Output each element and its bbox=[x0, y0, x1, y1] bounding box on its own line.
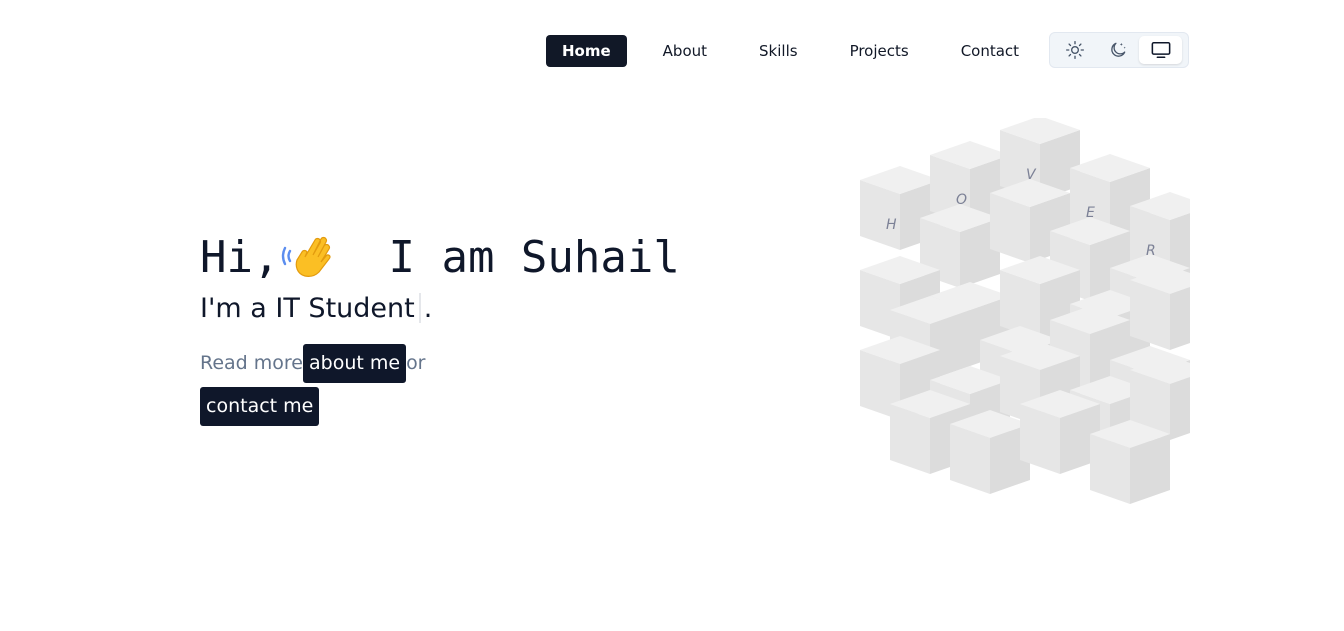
nav-item-home[interactable]: Home bbox=[546, 34, 627, 67]
hero-greeting: Hi, bbox=[200, 232, 280, 283]
about-me-button[interactable]: about me bbox=[303, 343, 407, 383]
moon-icon bbox=[1110, 42, 1126, 57]
nav-item-skills[interactable]: Skills bbox=[743, 35, 814, 67]
theme-switch bbox=[1049, 32, 1189, 68]
read-more-text: Read more bbox=[200, 352, 303, 374]
hero-subtitle: I'm a IT Student. bbox=[200, 290, 432, 328]
cube-letter-v: V bbox=[1026, 167, 1037, 183]
cube-letter-o: O bbox=[956, 192, 967, 208]
nav-item-about[interactable]: About bbox=[647, 35, 723, 67]
hero-intro: I am Suhail bbox=[388, 232, 680, 283]
hero-subtitle-suffix: . bbox=[423, 293, 433, 324]
read-more-line: Read more about me or bbox=[200, 343, 426, 383]
contact-line: contact me bbox=[200, 387, 320, 426]
light-theme-button[interactable] bbox=[1053, 36, 1096, 64]
cube-letter-r: R bbox=[1146, 243, 1156, 259]
or-text: or bbox=[406, 352, 426, 374]
system-theme-button[interactable] bbox=[1139, 36, 1182, 64]
cube-cell[interactable] bbox=[1130, 266, 1190, 350]
monitor-icon bbox=[1151, 41, 1170, 59]
nav-item-contact[interactable]: Contact bbox=[945, 35, 1035, 67]
cube-letter-h: H bbox=[886, 217, 897, 233]
sun-icon bbox=[1065, 41, 1084, 59]
nav-item-projects[interactable]: Projects bbox=[834, 35, 925, 67]
hero-title: Hi, I am Suhail bbox=[200, 228, 680, 288]
contact-me-button[interactable]: contact me bbox=[200, 387, 320, 426]
hover-cube-art[interactable]: H O V E R bbox=[820, 118, 1190, 513]
waving-hand-icon bbox=[282, 236, 332, 277]
typing-cursor bbox=[418, 293, 421, 323]
main-nav: Home About Skills Projects Contact bbox=[546, 34, 1035, 67]
cube-cell[interactable] bbox=[1020, 390, 1100, 474]
cube-cell[interactable] bbox=[1090, 420, 1170, 504]
cube-letter-e: E bbox=[1086, 205, 1095, 221]
dark-theme-button[interactable] bbox=[1096, 36, 1139, 64]
cube-cell[interactable] bbox=[950, 410, 1030, 494]
hero-role: I'm a IT Student bbox=[200, 293, 415, 324]
